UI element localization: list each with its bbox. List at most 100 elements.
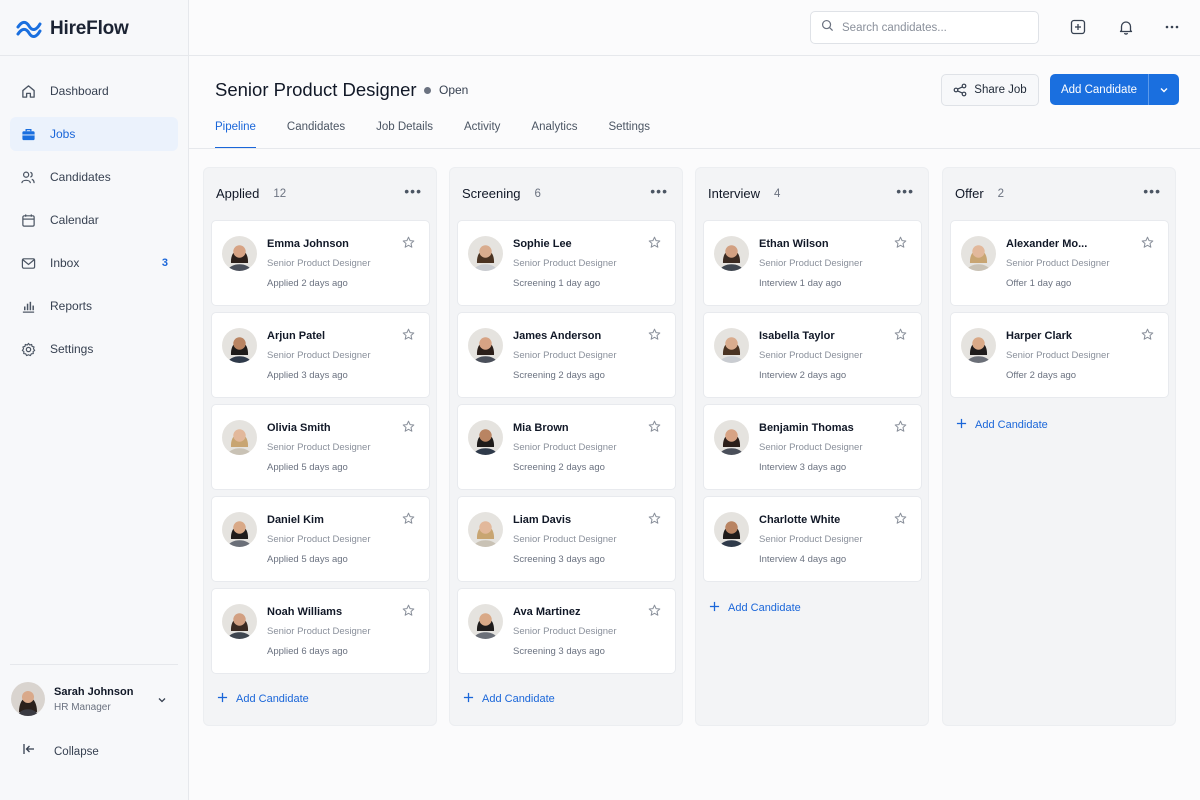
chevron-down-icon	[157, 692, 167, 710]
user-menu[interactable]: Sarah Johnson HR Manager	[11, 681, 171, 717]
tab-analytics[interactable]: Analytics	[531, 118, 577, 149]
home-icon	[20, 83, 36, 99]
candidate-card[interactable]: Harper Clark Senior Product Designer Offer…	[950, 312, 1169, 398]
candidate-stage-time: Offer 2 days ago	[1006, 370, 1077, 381]
column-more-icon[interactable]: •••	[650, 184, 668, 198]
divider	[0, 55, 189, 56]
sidebar-nav: Dashboard Jobs Candidates Calendar Inbox	[10, 74, 178, 375]
bar-chart-icon	[20, 298, 36, 314]
candidate-name: Isabella Taylor	[759, 330, 835, 342]
candidate-card[interactable]: Sophie Lee Senior Product Designer Screeni…	[457, 220, 676, 306]
tab-pipeline[interactable]: Pipeline	[215, 118, 256, 149]
divider	[10, 664, 178, 665]
candidate-role: Senior Product Designer	[759, 534, 863, 545]
star-icon[interactable]	[1141, 236, 1154, 254]
search-input[interactable]	[842, 21, 1022, 34]
bell-icon	[1119, 21, 1133, 35]
star-icon[interactable]	[402, 236, 415, 254]
star-icon[interactable]	[402, 420, 415, 438]
candidate-role: Senior Product Designer	[267, 258, 371, 269]
candidate-card[interactable]: Mia Brown Senior Product Designer Screenin…	[457, 404, 676, 490]
star-icon[interactable]	[894, 236, 907, 254]
candidate-role: Senior Product Designer	[267, 442, 371, 453]
chevron-down-icon	[1160, 87, 1168, 92]
avatar	[222, 328, 257, 363]
avatar	[468, 604, 503, 639]
collapse-button[interactable]: Collapse	[22, 742, 99, 761]
notifications-button[interactable]	[1116, 17, 1136, 37]
add-candidate-link[interactable]: Add Candidate	[956, 416, 1048, 434]
top-bar	[189, 0, 1200, 56]
column-count: 12	[273, 187, 287, 200]
sidebar-item-label: Jobs	[50, 127, 76, 141]
column-more-icon[interactable]: •••	[1143, 184, 1161, 198]
column-count: 6	[534, 187, 541, 200]
tab-activity[interactable]: Activity	[464, 118, 500, 149]
add-candidate-link[interactable]: Add Candidate	[217, 690, 309, 708]
candidate-stage-time: Applied 6 days ago	[267, 646, 348, 657]
candidate-card[interactable]: Noah Williams Senior Product Designer Appl…	[211, 588, 430, 674]
candidate-card[interactable]: Liam Davis Senior Product Designer Screeni…	[457, 496, 676, 582]
candidate-card[interactable]: James Anderson Senior Product Designer Scr…	[457, 312, 676, 398]
sidebar: HireFlow Dashboard Jobs Candidates Calen…	[0, 0, 189, 800]
candidate-card[interactable]: Benjamin Thomas Senior Product Designer In…	[703, 404, 922, 490]
star-icon[interactable]	[1141, 328, 1154, 346]
star-icon[interactable]	[402, 512, 415, 530]
add-candidate-link[interactable]: Add Candidate	[463, 690, 555, 708]
avatar	[222, 604, 257, 639]
candidate-name: Alexander Mo...	[1006, 238, 1088, 250]
star-icon[interactable]	[894, 328, 907, 346]
star-icon[interactable]	[894, 512, 907, 530]
tab-settings[interactable]: Settings	[608, 118, 650, 149]
column-more-icon[interactable]: •••	[896, 184, 914, 198]
star-icon[interactable]	[402, 604, 415, 622]
add-candidate-dropdown[interactable]	[1149, 74, 1179, 105]
candidate-card[interactable]: Ava Martinez Senior Product Designer Scree…	[457, 588, 676, 674]
star-icon[interactable]	[648, 604, 661, 622]
plus-icon	[709, 599, 720, 617]
candidate-name: James Anderson	[513, 330, 602, 342]
brand[interactable]: HireFlow	[16, 18, 129, 40]
sidebar-item-dashboard[interactable]: Dashboard	[10, 74, 178, 108]
candidate-card[interactable]: Charlotte White Senior Product Designer In…	[703, 496, 922, 582]
sidebar-item-reports[interactable]: Reports	[10, 289, 178, 323]
candidate-role: Senior Product Designer	[759, 258, 863, 269]
candidate-card[interactable]: Isabella Taylor Senior Product Designer In…	[703, 312, 922, 398]
sidebar-item-candidates[interactable]: Candidates	[10, 160, 178, 194]
candidate-name: Ethan Wilson	[759, 238, 829, 250]
tab-job-details[interactable]: Job Details	[376, 118, 433, 149]
users-icon	[20, 169, 36, 185]
candidate-card[interactable]: Emma Johnson Senior Product Designer Appli…	[211, 220, 430, 306]
plus-icon	[217, 690, 228, 708]
add-candidate-label[interactable]: Add Candidate	[1050, 74, 1149, 105]
candidate-card[interactable]: Ethan Wilson Senior Product Designer Inter…	[703, 220, 922, 306]
sidebar-item-label: Reports	[50, 299, 93, 313]
candidate-card[interactable]: Olivia Smith Senior Product Designer Appli…	[211, 404, 430, 490]
candidate-role: Senior Product Designer	[513, 350, 617, 361]
star-icon[interactable]	[648, 512, 661, 530]
sidebar-item-jobs[interactable]: Jobs	[10, 117, 178, 151]
star-icon[interactable]	[402, 328, 415, 346]
sidebar-item-settings[interactable]: Settings	[10, 332, 178, 366]
star-icon[interactable]	[648, 420, 661, 438]
column-more-icon[interactable]: •••	[404, 184, 422, 198]
add-new-button[interactable]	[1068, 17, 1088, 37]
search-box[interactable]	[810, 11, 1039, 44]
share-job-button[interactable]: Share Job	[941, 74, 1039, 106]
candidate-card[interactable]: Arjun Patel Senior Product Designer Applie…	[211, 312, 430, 398]
candidate-card[interactable]: Alexander Mo... Senior Product Designer Of…	[950, 220, 1169, 306]
add-candidate-link[interactable]: Add Candidate	[709, 599, 801, 617]
star-icon[interactable]	[648, 236, 661, 254]
add-candidate-link-label: Add Candidate	[482, 693, 555, 705]
sidebar-item-label: Settings	[50, 342, 94, 356]
share-icon	[953, 83, 967, 97]
star-icon[interactable]	[894, 420, 907, 438]
candidate-stage-time: Interview 2 days ago	[759, 370, 847, 381]
more-options-button[interactable]	[1162, 17, 1182, 37]
sidebar-item-inbox[interactable]: Inbox 3	[10, 246, 178, 280]
candidate-card[interactable]: Daniel Kim Senior Product Designer Applied…	[211, 496, 430, 582]
add-candidate-button[interactable]: Add Candidate	[1050, 74, 1179, 105]
star-icon[interactable]	[648, 328, 661, 346]
tab-candidates[interactable]: Candidates	[287, 118, 345, 149]
sidebar-item-calendar[interactable]: Calendar	[10, 203, 178, 237]
